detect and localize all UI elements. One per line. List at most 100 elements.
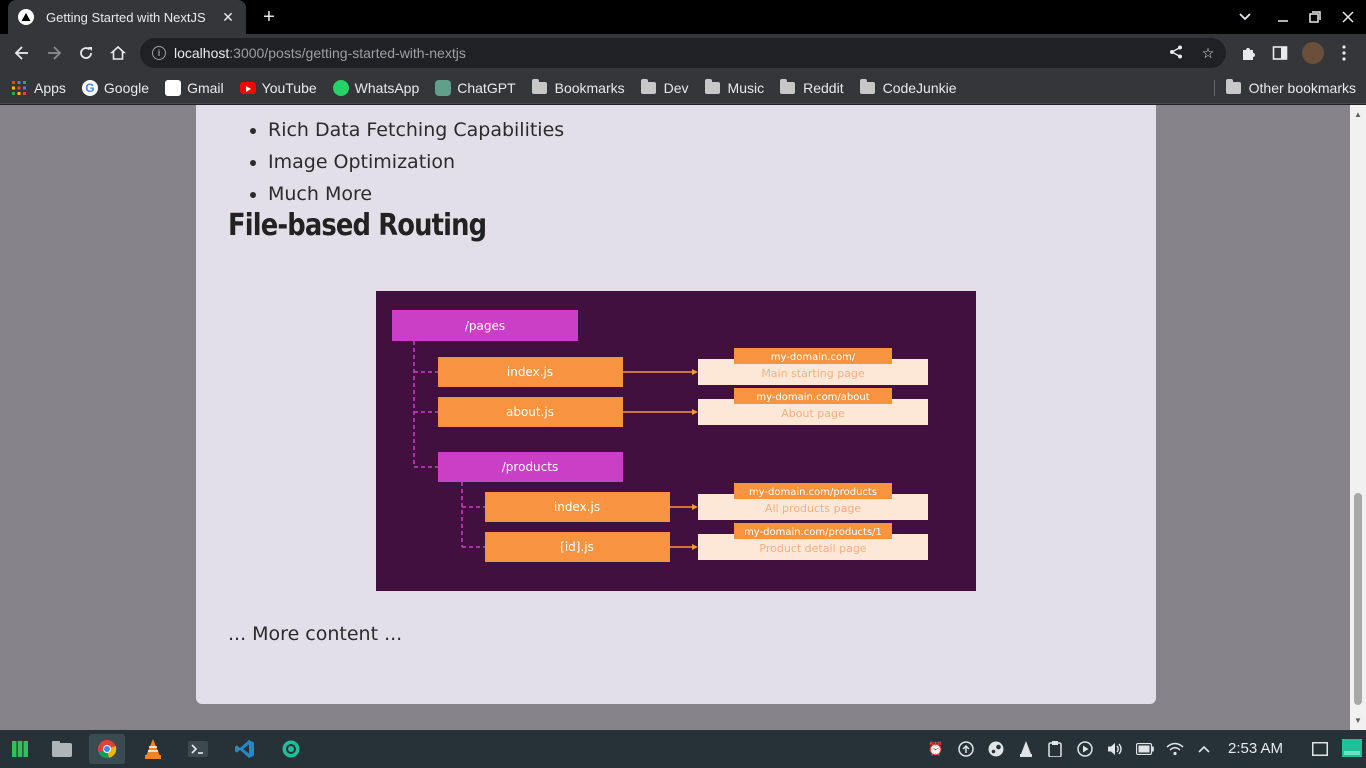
menu-kebab-icon[interactable] xyxy=(1334,43,1354,63)
side-panel-icon[interactable] xyxy=(1270,43,1290,63)
bookmark-label: CodeJunkie xyxy=(882,79,957,96)
show-desktop-icon[interactable] xyxy=(1311,740,1329,758)
bookmark-whatsapp[interactable]: WhatsApp xyxy=(332,79,420,96)
extensions-icon[interactable] xyxy=(1238,43,1258,63)
url-badge-label: my-domain.com/products xyxy=(749,487,877,498)
apps-grid-icon xyxy=(12,80,26,95)
new-tab-button[interactable]: + xyxy=(258,6,280,28)
terminal-icon[interactable] xyxy=(180,734,216,764)
forward-button[interactable] xyxy=(40,39,68,67)
tab-search-icon[interactable] xyxy=(1228,0,1262,34)
bookmark-folder-music[interactable]: Music xyxy=(704,78,765,96)
bookmark-label: WhatsApp xyxy=(354,79,420,96)
vlc-tray-icon[interactable] xyxy=(1017,740,1035,758)
file-label: about.js xyxy=(506,405,554,419)
gmail-icon xyxy=(165,79,182,96)
bookmark-folder-bookmarks[interactable]: Bookmarks xyxy=(531,78,625,96)
bookmark-label: YouTube xyxy=(261,79,317,96)
share-icon[interactable] xyxy=(1168,45,1184,61)
file-label: [id].js xyxy=(560,540,594,554)
scroll-up-arrow-icon[interactable]: ▲ xyxy=(1354,111,1362,119)
url-badge-label: my-domain.com/about xyxy=(756,392,869,403)
routing-diagram: /pages /products index.js about.js index… xyxy=(376,291,976,591)
address-bar[interactable]: i localhost:3000/posts/getting-started-w… xyxy=(140,38,1226,68)
site-info-icon[interactable]: i xyxy=(152,46,166,60)
bookmark-google[interactable]: G Google xyxy=(81,79,150,96)
update-icon[interactable] xyxy=(957,740,975,758)
bookmark-chatgpt[interactable]: ChatGPT xyxy=(435,79,516,96)
bookmark-label: Apps xyxy=(34,79,66,96)
page-viewport: Rich Data Fetching Capabilities Image Op… xyxy=(0,105,1366,730)
url-badge-label: my-domain.com/products/1 xyxy=(744,527,882,538)
aperture-icon[interactable] xyxy=(273,734,309,764)
bookmark-label: Reddit xyxy=(803,79,844,96)
tab-close-icon[interactable]: ✕ xyxy=(220,9,236,26)
target-page-label: All products page xyxy=(765,502,861,515)
steam-icon[interactable] xyxy=(987,740,1005,758)
bookmark-apps[interactable]: Apps xyxy=(12,80,66,96)
url-host: localhost xyxy=(174,45,230,61)
screen-thumbnail-icon[interactable] xyxy=(1342,738,1362,758)
products-folder-label: /products xyxy=(502,460,558,474)
bookmark-other[interactable]: Other bookmarks xyxy=(1225,79,1356,96)
restore-button[interactable] xyxy=(1298,0,1332,34)
bookmark-label: Google xyxy=(103,79,150,96)
media-play-icon[interactable] xyxy=(1076,740,1094,758)
page-scrollbar[interactable]: ▲ ▼ xyxy=(1350,105,1366,730)
bookmark-gmail[interactable]: Gmail xyxy=(165,79,224,96)
volume-icon[interactable] xyxy=(1106,740,1124,758)
system-clock[interactable]: 2:53 AM xyxy=(1228,740,1283,757)
close-window-button[interactable] xyxy=(1331,0,1365,34)
browser-toolbar: i localhost:3000/posts/getting-started-w… xyxy=(0,34,1366,72)
bookmark-folder-reddit[interactable]: Reddit xyxy=(780,78,844,96)
folder-icon xyxy=(704,78,720,94)
bookmark-folder-codejunkie[interactable]: CodeJunkie xyxy=(859,78,957,96)
file-label: index.js xyxy=(554,500,600,514)
bookmark-label: Music xyxy=(727,79,765,96)
file-label: index.js xyxy=(507,365,553,379)
section-heading: File-based Routing xyxy=(228,208,487,243)
clipboard-icon[interactable] xyxy=(1046,740,1064,758)
google-icon: G xyxy=(81,79,98,96)
folder-icon xyxy=(640,78,656,94)
bookmarks-divider xyxy=(1214,80,1215,96)
folder-icon xyxy=(780,78,796,94)
battery-icon[interactable] xyxy=(1136,740,1154,758)
list-item: Rich Data Fetching Capabilities xyxy=(268,118,564,150)
pages-folder-label: /pages xyxy=(465,319,505,333)
manjaro-icon[interactable] xyxy=(2,734,38,764)
bookmark-star-icon[interactable]: ☆ xyxy=(1200,45,1216,61)
vscode-icon[interactable] xyxy=(227,734,263,764)
folder-icon xyxy=(859,78,875,94)
bookmark-label: Other bookmarks xyxy=(1248,80,1356,96)
back-button[interactable] xyxy=(8,39,36,67)
reload-button[interactable] xyxy=(72,39,100,67)
wifi-icon[interactable] xyxy=(1166,740,1184,758)
bookmark-label: ChatGPT xyxy=(457,79,516,96)
home-button[interactable] xyxy=(104,39,132,67)
chrome-icon[interactable] xyxy=(89,734,125,764)
profile-avatar[interactable] xyxy=(1302,42,1324,64)
feature-list: Rich Data Fetching Capabilities Image Op… xyxy=(268,105,564,214)
target-page-label: Main starting page xyxy=(761,367,865,380)
minimize-button[interactable] xyxy=(1266,0,1300,34)
vlc-icon[interactable] xyxy=(135,734,171,764)
whatsapp-icon xyxy=(332,79,349,96)
folder-icon xyxy=(1225,79,1241,94)
folder-icon xyxy=(531,78,547,94)
scroll-down-arrow-icon[interactable]: ▼ xyxy=(1354,717,1362,725)
alarm-icon[interactable]: ⏰ xyxy=(927,740,945,758)
youtube-icon xyxy=(239,81,256,94)
url-badge-label: my-domain.com/ xyxy=(771,352,856,363)
tray-expand-icon[interactable] xyxy=(1195,740,1213,758)
tab-active[interactable]: Getting Started with NextJS ✕ xyxy=(8,0,246,34)
tab-title: Getting Started with NextJS xyxy=(46,9,206,25)
target-page-label: About page xyxy=(781,407,845,420)
article-card: Rich Data Fetching Capabilities Image Op… xyxy=(196,105,1156,704)
bookmark-label: Dev xyxy=(663,79,689,96)
bookmark-folder-dev[interactable]: Dev xyxy=(640,78,689,96)
file-manager-icon[interactable] xyxy=(44,734,80,764)
scroll-thumb[interactable] xyxy=(1354,493,1362,705)
bookmark-youtube[interactable]: YouTube xyxy=(239,79,317,96)
url-path: :3000/posts/getting-started-with-nextjs xyxy=(229,45,466,61)
